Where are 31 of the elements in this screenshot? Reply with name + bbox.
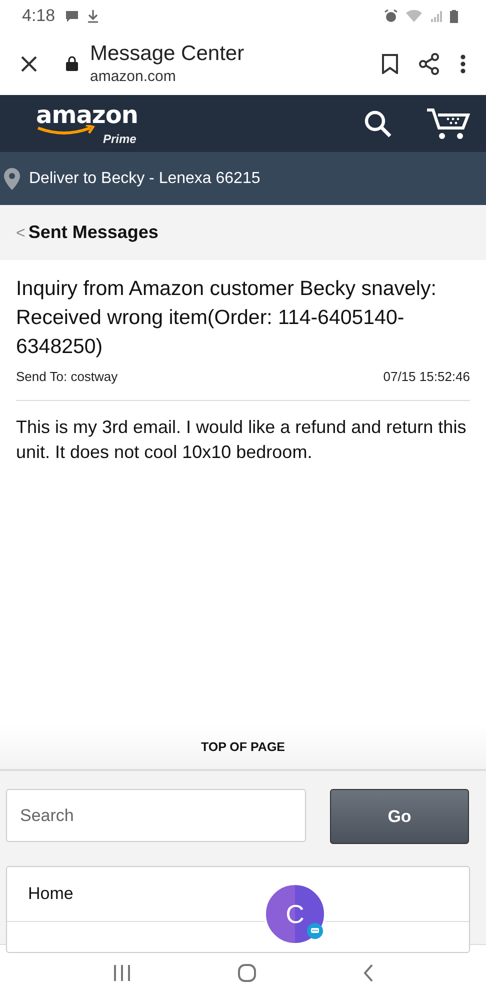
share-icon[interactable] (418, 52, 440, 74)
search-icon[interactable] (364, 110, 392, 138)
alarm-icon (384, 9, 398, 23)
recent-apps-icon[interactable] (112, 964, 132, 982)
recipient: Send To: costway (16, 369, 118, 384)
status-time: 4:18 (22, 6, 56, 26)
signal-icon (430, 10, 442, 22)
home-icon[interactable] (236, 962, 257, 982)
close-icon[interactable] (20, 54, 38, 72)
message-body: This is my 3rd email. I would like a refund and return this unit. It does not cool 10x10 bedroom. (16, 416, 468, 464)
message-subject: Inquiry from Amazon customer Becky snavely: Received wrong item(Order: 114-6405140-6348250) (16, 276, 438, 360)
back-icon[interactable] (362, 962, 374, 982)
lock-icon (66, 56, 78, 71)
sent-messages-link[interactable]: < Sent Messages (16, 222, 158, 243)
cart-icon[interactable] (426, 108, 470, 140)
more-icon[interactable] (460, 54, 466, 74)
wifi-icon (406, 10, 422, 22)
battery-icon (450, 10, 458, 22)
chat-icon (307, 923, 323, 939)
search-field[interactable]: Search (6, 789, 306, 842)
page-url: amazon.com (90, 68, 177, 85)
page-title: Message Center (90, 42, 246, 66)
bookmark-icon[interactable] (382, 54, 398, 74)
download-icon (87, 9, 100, 23)
message-icon (65, 10, 80, 22)
delivery-location[interactable]: Deliver to Becky - Lenexa 66215 (29, 170, 260, 188)
go-button[interactable]: Go (330, 789, 469, 844)
timestamp: 07/15 15:52:46 (383, 369, 470, 384)
location-pin-icon (4, 168, 20, 190)
top-of-page-link[interactable]: TOP OF PAGE (200, 740, 286, 754)
amazon-logo[interactable]: amazon Prime (36, 98, 146, 148)
